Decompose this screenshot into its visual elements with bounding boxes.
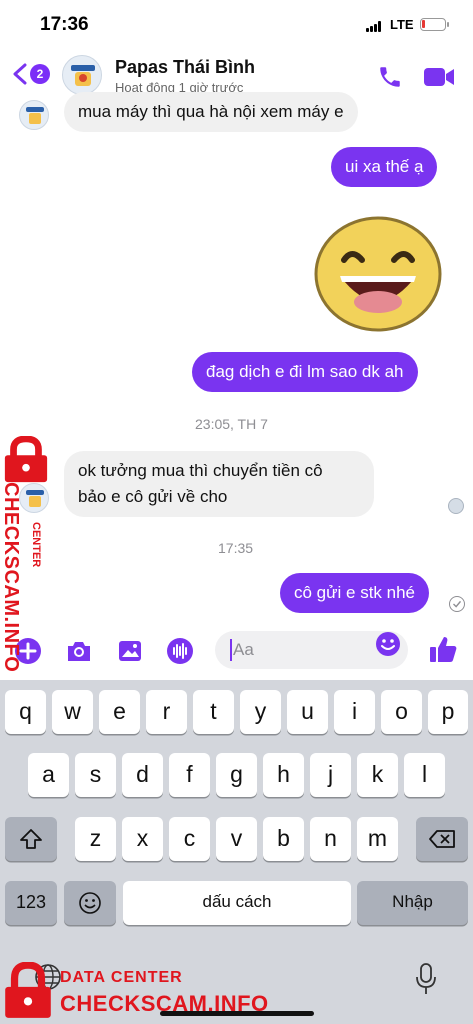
key-n[interactable]: n	[310, 817, 351, 861]
key-g[interactable]: g	[216, 753, 257, 797]
messenger-screen: 17:36 LTE 2 Papas Thái Bình Hoạt động 1 …	[0, 0, 473, 1024]
key-q[interactable]: q	[5, 690, 46, 734]
watermark-bottom-title: DATA CENTER	[60, 969, 183, 986]
key-d[interactable]: d	[122, 753, 163, 797]
key-j[interactable]: j	[310, 753, 351, 797]
message-outgoing[interactable]: đag dịch e đi lm sao dk ah	[192, 352, 418, 392]
key-k[interactable]: k	[357, 753, 398, 797]
contact-small-avatar	[19, 100, 49, 130]
watermark-side-tag: CENTER	[30, 522, 42, 568]
home-indicator[interactable]	[160, 1011, 314, 1016]
key-s[interactable]: s	[75, 753, 116, 797]
video-camera-icon[interactable]	[423, 66, 455, 88]
dictation-mic-icon[interactable]	[414, 962, 438, 996]
backspace-icon	[429, 830, 455, 848]
microphone-wave-icon[interactable]	[166, 637, 194, 665]
unread-badge[interactable]: 2	[30, 64, 50, 84]
key-b[interactable]: b	[263, 817, 304, 861]
return-key[interactable]: Nhập	[357, 881, 468, 925]
image-icon[interactable]	[116, 637, 144, 665]
phone-icon[interactable]	[377, 64, 403, 90]
timestamp: 23:05, TH 7	[195, 416, 268, 432]
timestamp: 17:35	[218, 540, 254, 556]
lock-icon	[4, 436, 48, 483]
emoji-keyboard-key[interactable]	[64, 881, 116, 925]
key-f[interactable]: f	[169, 753, 210, 797]
composer-bar	[0, 625, 473, 677]
key-y[interactable]: y	[240, 690, 281, 734]
key-z[interactable]: z	[75, 817, 116, 861]
message-incoming[interactable]: mua máy thì qua hà nội xem máy e	[64, 92, 358, 132]
key-w[interactable]: w	[52, 690, 93, 734]
message-outgoing[interactable]: ui xa thế ạ	[331, 147, 438, 187]
watermark-side-brand: CHECKSCAM.INFO	[0, 482, 22, 673]
contact-small-avatar	[19, 483, 49, 513]
lock-icon	[5, 962, 51, 1018]
message-outgoing[interactable]: cô gửi e stk nhé	[280, 573, 430, 613]
key-p[interactable]: p	[428, 690, 468, 734]
signal-icon	[366, 21, 386, 32]
seen-avatar	[448, 498, 464, 514]
message-line: ok tưởng mua thì chuyển tiền cô	[78, 461, 323, 480]
key-e[interactable]: e	[99, 690, 140, 734]
status-bar: 17:36 LTE	[0, 0, 473, 50]
avatar-image-icon	[71, 65, 95, 86]
contact-name[interactable]: Papas Thái Bình	[115, 57, 255, 78]
message-line: bảo e cô gửi về cho	[78, 487, 228, 506]
key-r[interactable]: r	[146, 690, 187, 734]
camera-icon[interactable]	[65, 637, 93, 665]
space-key[interactable]: dấu cách	[123, 881, 351, 925]
thumbs-up-icon[interactable]	[428, 634, 458, 664]
key-i[interactable]: i	[334, 690, 375, 734]
key-m[interactable]: m	[357, 817, 398, 861]
sent-check-icon	[449, 596, 465, 612]
key-u[interactable]: u	[287, 690, 328, 734]
key-c[interactable]: c	[169, 817, 210, 861]
network-label: LTE	[390, 17, 414, 32]
numbers-key[interactable]: 123	[5, 881, 57, 925]
key-a[interactable]: a	[28, 753, 69, 797]
message-input[interactable]	[233, 635, 373, 665]
emoji-keyboard-icon	[79, 892, 101, 914]
key-t[interactable]: t	[193, 690, 234, 734]
chat-header: 2 Papas Thái Bình Hoạt động 1 giờ trước	[0, 50, 473, 98]
key-v[interactable]: v	[216, 817, 257, 861]
shift-key[interactable]	[5, 817, 57, 861]
key-l[interactable]: l	[404, 753, 445, 797]
key-h[interactable]: h	[263, 753, 304, 797]
battery-icon	[420, 18, 449, 31]
shift-icon	[20, 829, 42, 849]
key-x[interactable]: x	[122, 817, 163, 861]
backspace-key[interactable]	[416, 817, 468, 861]
contact-avatar[interactable]	[62, 55, 102, 95]
laughing-sticker[interactable]	[314, 214, 442, 332]
smiley-icon[interactable]	[375, 631, 401, 657]
back-chevron-icon[interactable]	[12, 63, 28, 85]
message-incoming[interactable]: ok tưởng mua thì chuyển tiền cô bảo e cô…	[64, 451, 374, 517]
key-o[interactable]: o	[381, 690, 422, 734]
status-time: 17:36	[40, 14, 89, 35]
